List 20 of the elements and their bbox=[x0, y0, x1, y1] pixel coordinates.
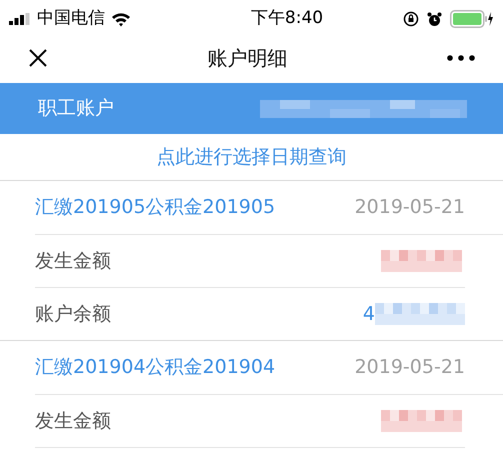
field-label: 发生金额 bbox=[35, 408, 111, 434]
more-icon[interactable] bbox=[447, 55, 475, 61]
field-label: 账户余额 bbox=[35, 302, 111, 327]
record-title: 汇缴201905公积金201905 bbox=[35, 195, 276, 220]
rotation-lock-icon bbox=[403, 11, 419, 27]
date-query-link[interactable]: 点此进行选择日期查询 bbox=[156, 142, 346, 172]
battery-icon bbox=[450, 10, 494, 28]
field-value: 4 bbox=[362, 302, 375, 327]
field-label: 发生金额 bbox=[35, 248, 111, 274]
account-type-label: 职工账户 bbox=[38, 96, 114, 122]
page-title: 账户明细 bbox=[208, 45, 288, 72]
signal-icon bbox=[9, 13, 31, 25]
alarm-icon bbox=[427, 12, 442, 26]
wifi-icon bbox=[111, 12, 131, 26]
clock-time: 下午8:40 bbox=[250, 7, 324, 30]
record-title: 汇缴201904公积金201904 bbox=[35, 355, 276, 380]
carrier-name: 中国电信 bbox=[37, 7, 105, 30]
record-date: 2019-05-21 bbox=[354, 355, 465, 380]
record-date: 2019-05-21 bbox=[354, 195, 465, 220]
close-icon[interactable] bbox=[28, 48, 48, 68]
